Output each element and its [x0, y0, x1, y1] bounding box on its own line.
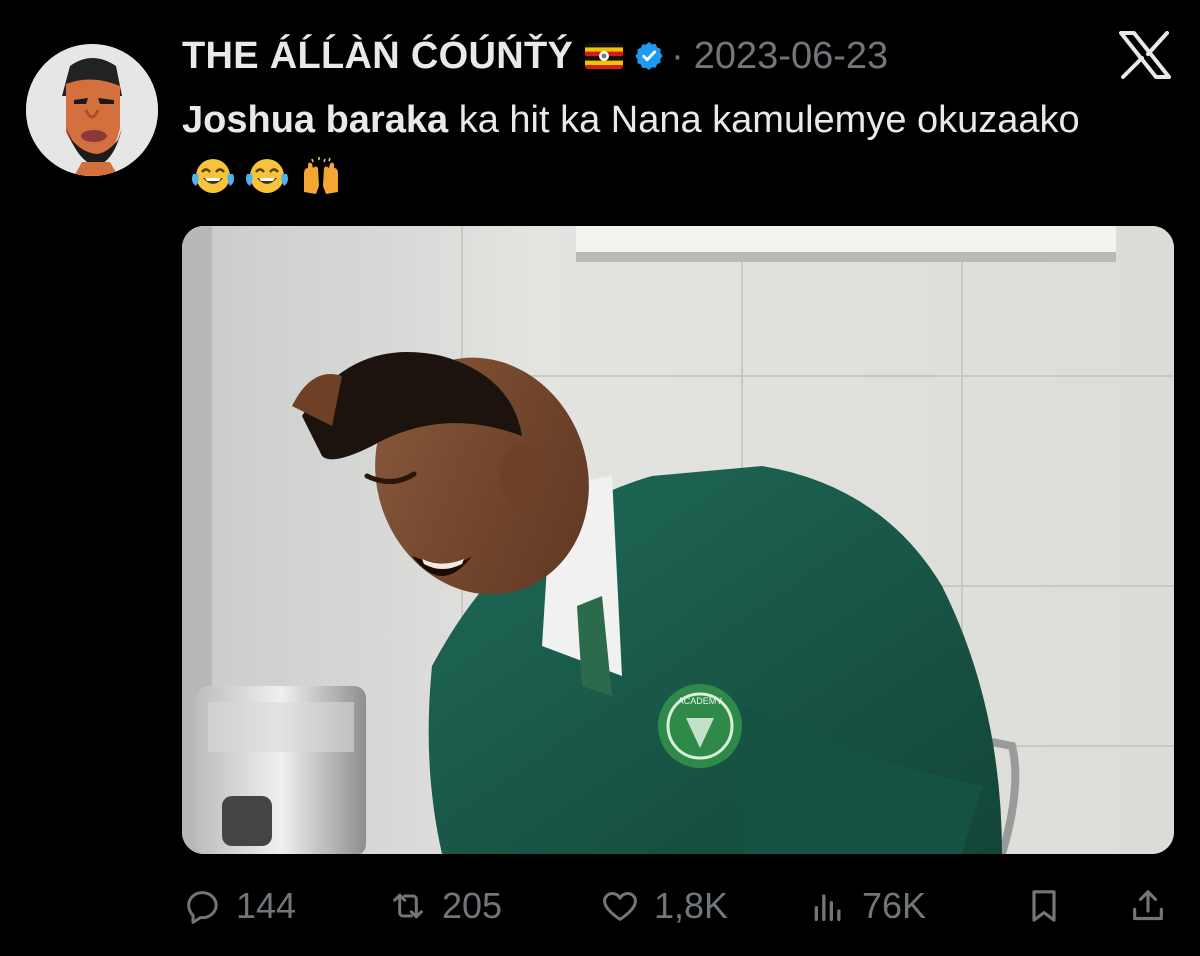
emblem-text: ACADEMY: [678, 696, 723, 706]
author-display-name[interactable]: THE ÁĹĹÀŃ ĆÓÚŃŤÝ: [182, 35, 573, 78]
view-count: 76K: [862, 885, 927, 926]
tweet-date[interactable]: 2023-06-23: [694, 35, 888, 78]
x-logo-icon[interactable]: [1118, 30, 1172, 80]
reply-count: 144: [236, 885, 297, 926]
tweet-media-photo[interactable]: ACADEMY: [182, 226, 1174, 854]
uganda-flag-icon: [585, 43, 624, 69]
like-count: 1,8K: [654, 885, 729, 926]
tears-of-joy-emoji: [190, 156, 236, 196]
tweet-bold-mention: Joshua baraka: [182, 99, 449, 141]
tweet-header: THE ÁĹĹÀŃ ĆÓÚŃŤÝ · 2023-06-23: [182, 28, 1090, 84]
bookmark-icon: [1032, 890, 1056, 922]
share-button[interactable]: [1128, 876, 1182, 936]
header-separator: ·: [671, 34, 684, 77]
analytics-icon: [814, 894, 841, 921]
repost-icon: [393, 893, 423, 919]
meme-photo: ACADEMY: [182, 226, 1174, 854]
views-button[interactable]: 76K: [808, 876, 926, 936]
bookmark-button[interactable]: [1024, 876, 1078, 936]
reply-icon: [187, 891, 218, 924]
tweet-body: ka hit ka Nana kamulemye okuzaako: [448, 99, 1080, 141]
repost-button[interactable]: 205: [388, 876, 502, 936]
share-icon: [1133, 890, 1163, 921]
heart-icon: [603, 892, 637, 921]
verified-badge-icon[interactable]: [633, 40, 665, 72]
raising-hands-emoji: [298, 156, 344, 196]
avatar-illustration: [26, 44, 158, 176]
tweet-text: Joshua baraka ka hit ka Nana kamulemye o…: [182, 92, 1122, 204]
author-avatar[interactable]: [26, 44, 158, 176]
reply-button[interactable]: 144: [182, 876, 296, 936]
tears-of-joy-emoji: [244, 156, 290, 196]
tweet-action-bar: 144 205 1,8K 76K: [182, 876, 1172, 936]
like-button[interactable]: 1,8K: [600, 876, 728, 936]
repost-count: 205: [442, 885, 503, 926]
